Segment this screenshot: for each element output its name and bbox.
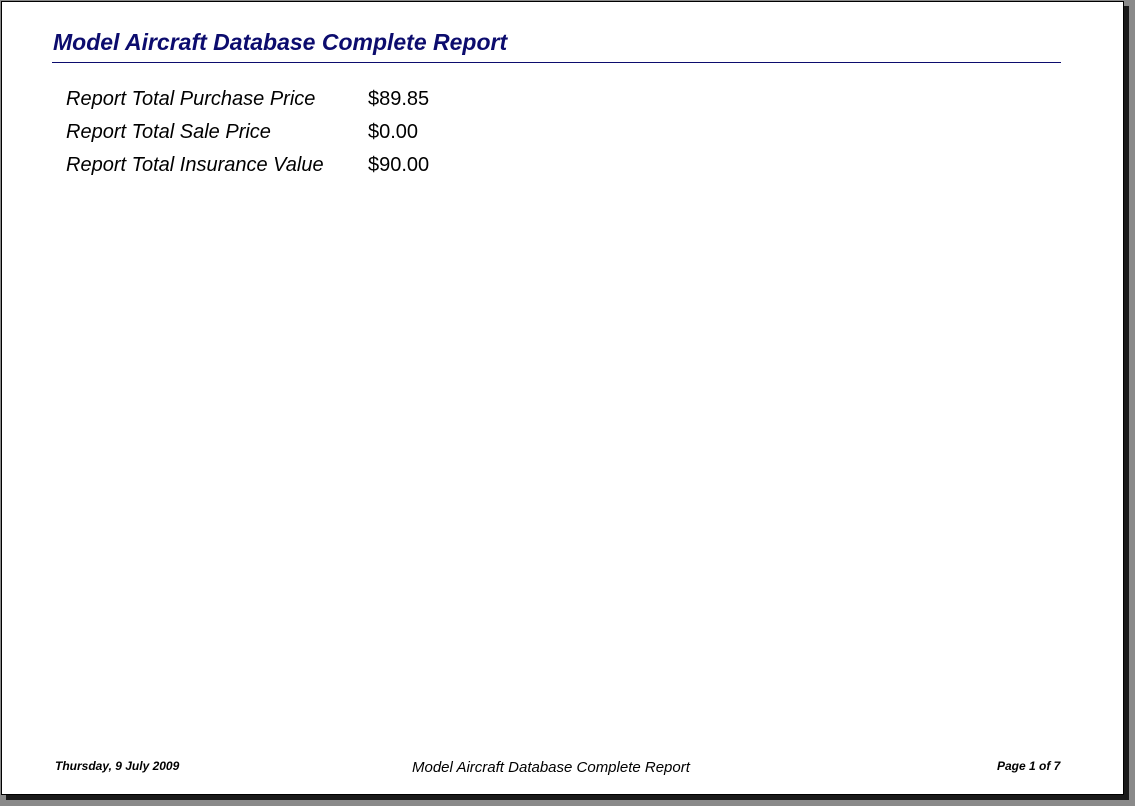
total-value: $89.85 (368, 88, 430, 110)
footer-page-number: Page 1 of 7 (997, 759, 1061, 773)
report-page: Model Aircraft Database Complete Report … (1, 1, 1124, 795)
title-divider (52, 62, 1061, 63)
report-title: Model Aircraft Database Complete Report (53, 29, 508, 55)
total-label: Report Total Purchase Price (66, 88, 316, 110)
total-label: Report Total Insurance Value (66, 154, 324, 176)
total-value: $90.00 (368, 154, 430, 176)
footer-date: Thursday, 9 July 2009 (55, 759, 180, 773)
total-label: Report Total Sale Price (66, 121, 271, 143)
total-value: $0.00 (368, 121, 419, 143)
footer-title: Model Aircraft Database Complete Report (412, 759, 690, 776)
